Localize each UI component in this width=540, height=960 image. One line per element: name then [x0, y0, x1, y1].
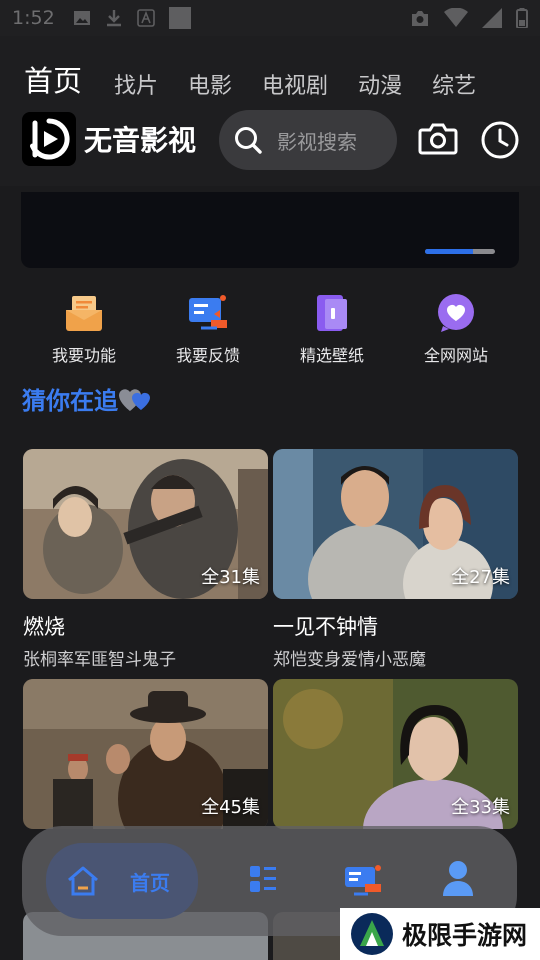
video-card[interactable]: 全45集	[23, 679, 268, 841]
section-title-text: 猜你在追	[22, 387, 118, 415]
shortcut-feedback[interactable]: 我要反馈	[148, 292, 268, 366]
feedback-icon	[189, 295, 227, 330]
app-notification-icon	[136, 9, 155, 27]
camera-status-icon	[412, 11, 428, 26]
shortcut-label: 全网网站	[423, 346, 488, 365]
episode-count: 全27集	[451, 567, 510, 588]
video-poster: 全45集	[23, 679, 268, 829]
app-header: 首页 找片 电影 电视剧 动漫 综艺 无音影视 影视搜索	[0, 36, 540, 186]
search-icon	[235, 127, 262, 154]
nav-home[interactable]: 首页	[46, 843, 198, 919]
status-bar: 1:52	[0, 0, 540, 36]
search-bar[interactable]: 影视搜索	[219, 110, 397, 170]
video-subtitle: 张桐率军匪智斗鬼子	[23, 650, 176, 670]
tab-find[interactable]: 找片	[114, 68, 158, 100]
heart-site-icon	[438, 294, 474, 332]
video-poster: 全31集	[23, 449, 268, 599]
shortcut-all-sites[interactable]: 全网网站	[396, 292, 516, 366]
video-poster: 全27集	[273, 449, 518, 599]
hearts-icon	[119, 388, 150, 411]
video-card[interactable]: 全33集	[273, 679, 518, 841]
shortcut-label: 精选壁纸	[299, 346, 364, 365]
video-title: 一见不钟情	[273, 615, 378, 639]
tab-home[interactable]: 首页	[24, 58, 82, 100]
nav-home-label: 首页	[130, 870, 170, 895]
shortcut-grid: 我要功能 我要反馈 精选壁纸 全网网站	[22, 292, 518, 366]
request-feature-icon	[66, 296, 102, 331]
section-title: 猜你在追	[22, 381, 154, 416]
episode-count: 全45集	[201, 797, 260, 818]
wifi-icon	[444, 8, 468, 27]
watermark-text: 极限手游网	[402, 921, 528, 950]
list-icon[interactable]	[248, 864, 278, 894]
video-card[interactable]: 全27集 一见不钟情 郑恺变身爱情小恶魔	[273, 449, 518, 670]
shortcut-wallpaper[interactable]: 精选壁纸	[272, 292, 392, 366]
battery-icon	[516, 8, 528, 28]
user-icon[interactable]	[442, 860, 474, 898]
category-tabs: 首页 找片 电影 电视剧 动漫 综艺	[24, 58, 476, 100]
shortcut-label: 我要功能	[51, 346, 116, 365]
tab-anime[interactable]: 动漫	[358, 68, 402, 100]
history-clock-icon[interactable]	[480, 120, 520, 160]
tab-movies[interactable]: 电影	[188, 68, 232, 100]
tab-variety[interactable]: 综艺	[432, 68, 476, 100]
signal-icon	[482, 8, 502, 28]
video-poster: 全33集	[273, 679, 518, 829]
brand: 无音影视	[22, 112, 196, 166]
watermark-logo-icon	[351, 913, 393, 955]
wallpaper-icon	[317, 295, 347, 331]
app-logo	[22, 112, 76, 166]
app-name: 无音影视	[84, 124, 197, 157]
banner-page-indicator	[425, 249, 495, 254]
shortcut-label: 我要反馈	[175, 346, 240, 365]
play-logo-icon	[30, 118, 70, 160]
square-notification-icon	[168, 7, 191, 29]
status-time: 1:52	[12, 7, 55, 29]
video-card[interactable]: 全31集 燃烧 张桐率军匪智斗鬼子	[23, 449, 268, 670]
feed-icon[interactable]	[344, 864, 382, 896]
video-subtitle: 郑恺变身爱情小恶魔	[273, 650, 426, 670]
banner-carousel[interactable]	[21, 192, 519, 268]
image-icon	[73, 11, 90, 25]
video-title: 燃烧	[23, 615, 65, 639]
shortcut-request-feature[interactable]: 我要功能	[24, 292, 144, 366]
download-icon	[106, 10, 121, 27]
episode-count: 全31集	[201, 567, 260, 588]
home-icon	[68, 866, 98, 896]
search-placeholder: 影视搜索	[277, 129, 357, 154]
episode-count: 全33集	[451, 797, 510, 818]
watermark: 极限手游网	[340, 908, 540, 960]
tab-tv-series[interactable]: 电视剧	[262, 68, 328, 100]
camera-icon[interactable]	[418, 122, 458, 156]
